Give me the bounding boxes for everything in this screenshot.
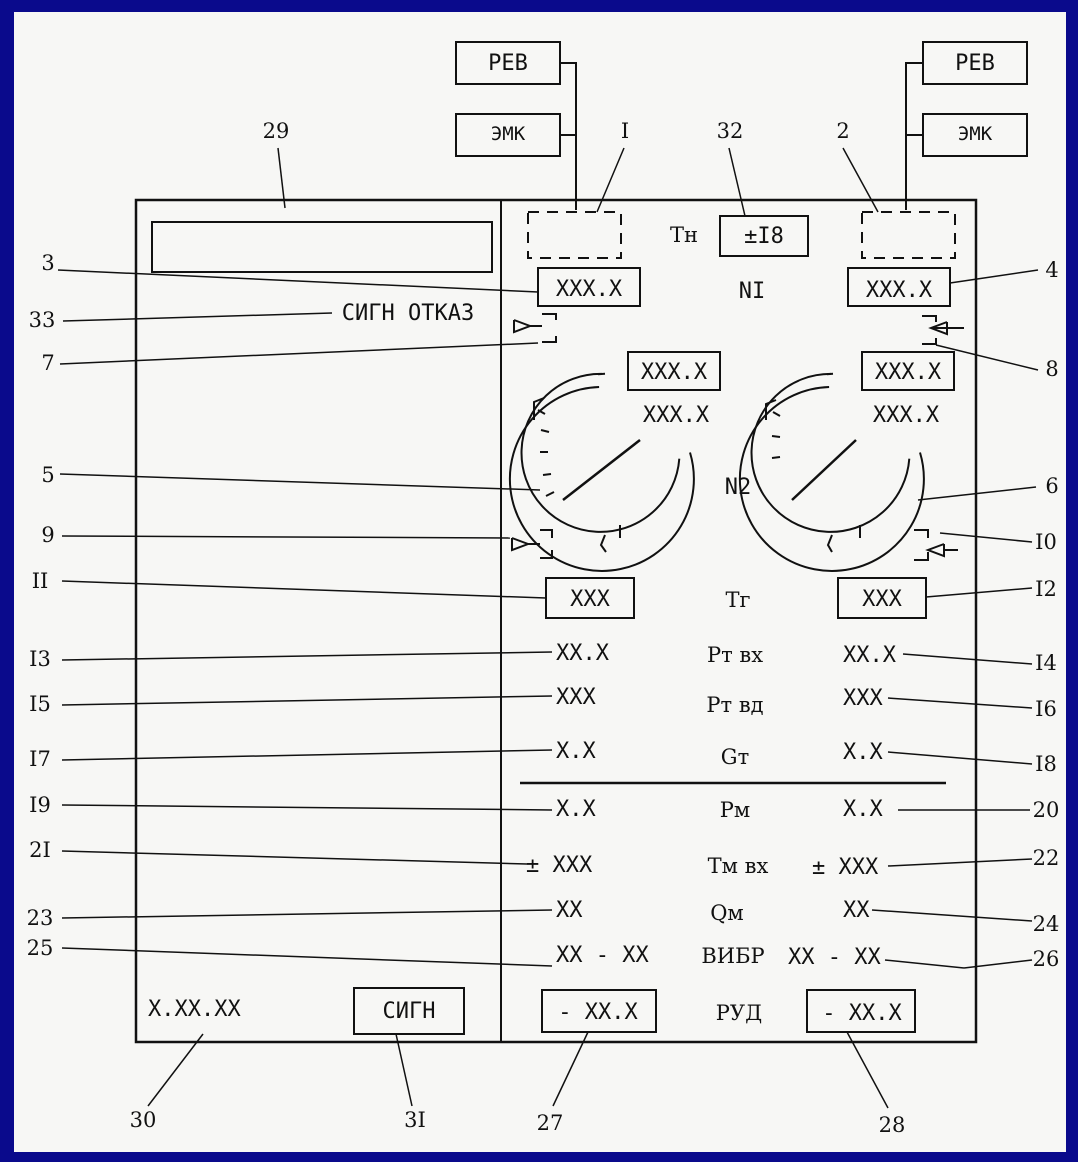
rev-label-right: РЕВ	[955, 51, 995, 76]
engine-display-diagram: РЕВ ЭМК РЕВ ЭМК СИГН ОТКАЗ X.XX.XX СИГН …	[27, 41, 1060, 1137]
n2-left-boxed-value: XXX.X	[641, 360, 708, 385]
callout: I4	[1035, 651, 1057, 675]
n2-right-boxed-value: XXX.X	[875, 360, 942, 385]
failure-message: СИГН ОТКАЗ	[342, 301, 474, 326]
callout: 29	[263, 119, 290, 143]
callout: 3I	[404, 1108, 426, 1132]
diagram-frame: РЕВ ЭМК РЕВ ЭМК СИГН ОТКАЗ X.XX.XX СИГН …	[14, 12, 1066, 1152]
callout: 27	[537, 1111, 564, 1135]
n2-left-value: XXX.X	[643, 403, 710, 428]
param-label: Тм вх	[708, 854, 769, 878]
param-right-value: ± XXX	[812, 855, 879, 880]
callout: I6	[1035, 697, 1057, 721]
callout: 6	[1045, 474, 1058, 498]
callout: 25	[27, 936, 54, 960]
n1-right-value: XXX.X	[866, 278, 933, 303]
callout: 2	[836, 119, 849, 143]
param-left-value: X.X	[556, 739, 596, 764]
callout: 20	[1033, 798, 1060, 822]
callout: 5	[41, 463, 54, 487]
callout: 22	[1033, 846, 1060, 870]
param-left-value: XXX	[556, 685, 596, 710]
clock-readout: X.XX.XX	[148, 997, 241, 1022]
tg-right-value: XXX	[862, 587, 902, 612]
callout: 8	[1045, 357, 1058, 381]
n2-right-value: XXX.X	[873, 403, 940, 428]
callout: 4	[1045, 258, 1058, 282]
callout: I7	[29, 747, 51, 771]
callout: 26	[1033, 947, 1060, 971]
tn-label: Тн	[670, 223, 698, 247]
callout: I9	[29, 793, 51, 817]
param-right-value: X.X	[843, 797, 883, 822]
callout: 7	[41, 351, 54, 375]
param-left-value: XX - XX	[556, 943, 649, 968]
callout: 28	[879, 1113, 906, 1137]
callout: I	[621, 119, 629, 143]
callout: I2	[1035, 577, 1057, 601]
param-label: Qм	[710, 901, 744, 925]
tg-label: Тг	[725, 588, 750, 612]
tg-left-value: XXX	[570, 587, 610, 612]
emk-label-right: ЭМК	[958, 123, 993, 145]
rud-left-value: - XX.X	[558, 1000, 638, 1025]
callout: 30	[130, 1108, 157, 1132]
param-label: ВИБР	[701, 944, 764, 968]
callout: 33	[29, 308, 56, 332]
emk-label-left: ЭМК	[491, 123, 526, 145]
param-right-value: X.X	[843, 740, 883, 765]
indicator-2	[861, 211, 956, 259]
param-label: Рт вд	[706, 693, 763, 717]
callout: II	[32, 569, 49, 593]
n1-left-value: XXX.X	[556, 277, 623, 302]
param-right-value: XXX	[843, 686, 883, 711]
callout: I5	[29, 692, 51, 716]
n2-label: N2	[725, 475, 752, 500]
message-window	[151, 221, 493, 273]
sign-button-label: СИГН	[383, 999, 436, 1024]
param-left-value: X.X	[556, 797, 596, 822]
param-label: Рт вх	[707, 643, 763, 667]
param-left-value: XX	[556, 898, 583, 923]
callout: I0	[1035, 530, 1057, 554]
tn-value: ±I8	[744, 224, 784, 249]
callout: 24	[1033, 912, 1060, 936]
param-label: Рм	[720, 798, 750, 822]
rud-right-value: - XX.X	[822, 1001, 902, 1026]
callout: 9	[41, 523, 54, 547]
param-left-value: ± XXX	[526, 853, 593, 878]
callout: I8	[1035, 752, 1057, 776]
param-right-value: XX.X	[843, 643, 897, 668]
callout: 2I	[29, 838, 51, 862]
n1-label: NI	[739, 279, 766, 304]
rud-label: РУД	[716, 1001, 762, 1025]
indicator-1	[527, 211, 622, 259]
callout: 3	[41, 251, 54, 275]
param-left-value: XX.X	[556, 641, 610, 666]
callout: I3	[29, 647, 51, 671]
param-label: Gт	[721, 745, 749, 769]
callout: 32	[717, 119, 744, 143]
rev-label-left: РЕВ	[488, 51, 528, 76]
param-right-value: XX	[843, 898, 870, 923]
callout: 23	[27, 906, 54, 930]
param-right-value: XX - XX	[788, 945, 881, 970]
